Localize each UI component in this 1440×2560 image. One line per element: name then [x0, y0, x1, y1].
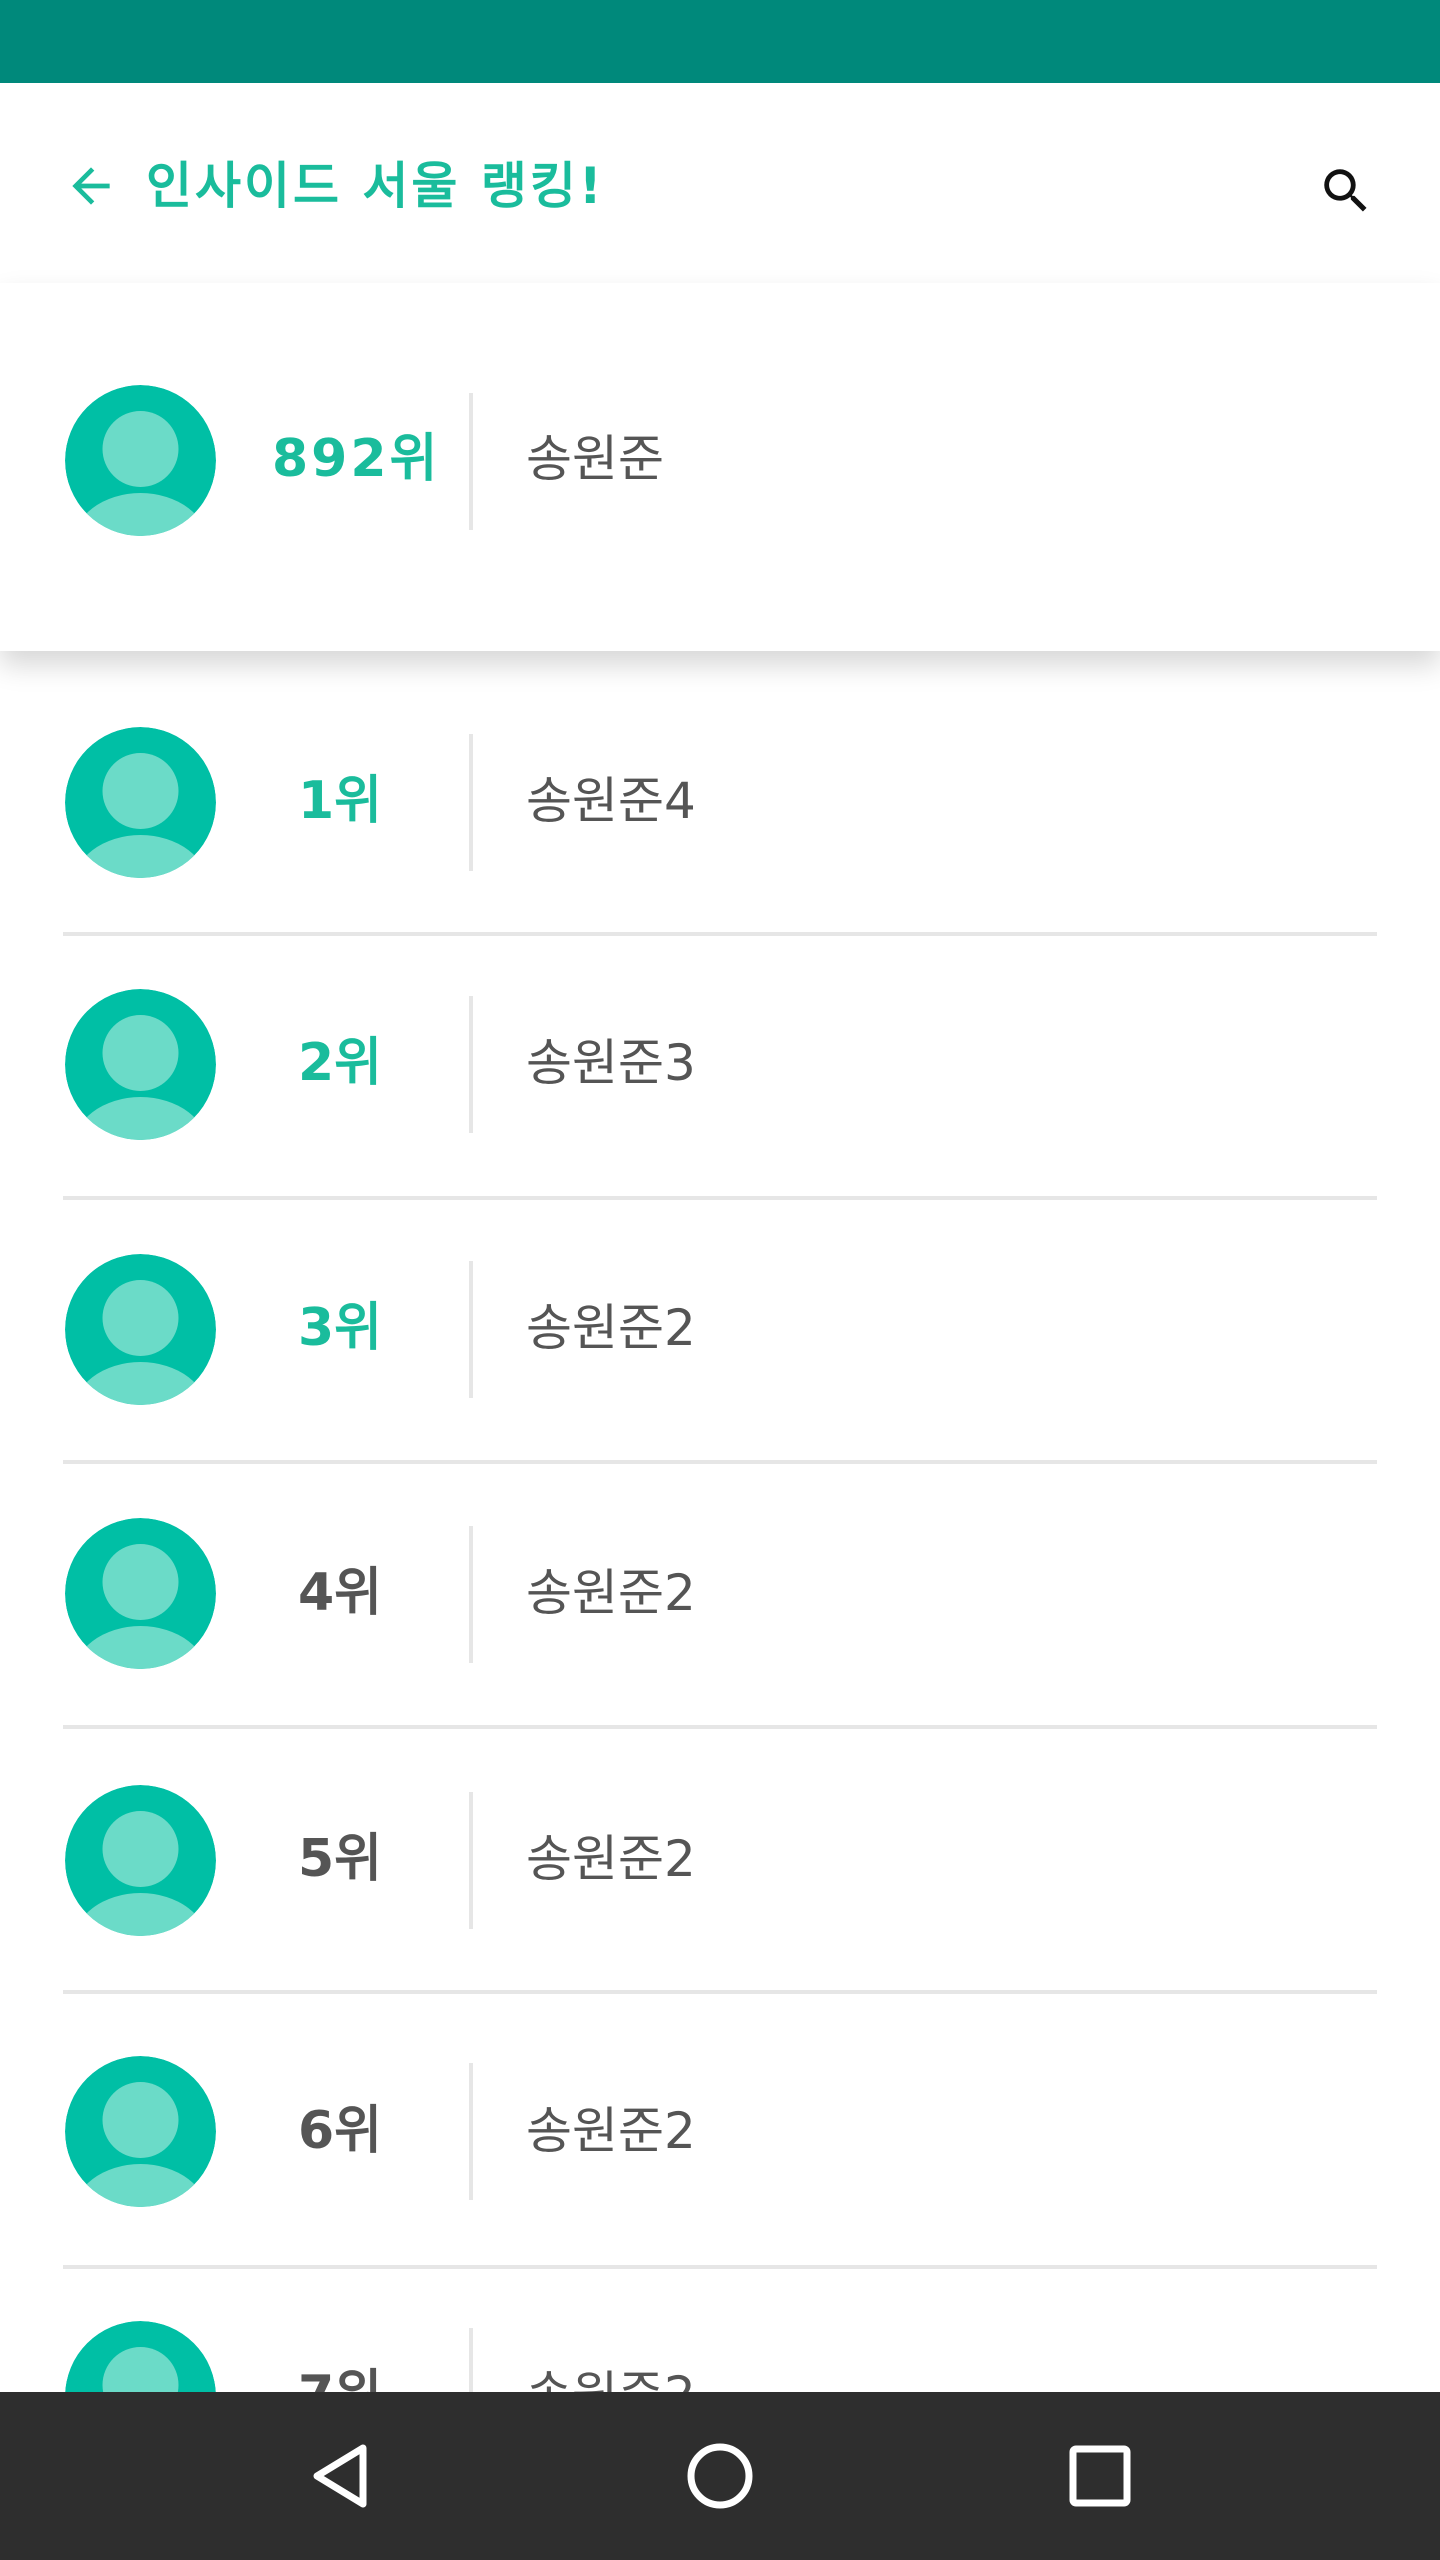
divider: [469, 393, 473, 530]
page-title: 인사이드 서울 랭킹!: [146, 157, 605, 215]
rank-number: 5위: [298, 1829, 383, 1889]
user-name: 송원준3: [526, 1034, 696, 1092]
list-item[interactable]: 7위 송원준2: [0, 2269, 1440, 2392]
avatar: [65, 727, 216, 878]
user-name: 송원준2: [526, 2355, 696, 2392]
nav-back-button[interactable]: [285, 2421, 395, 2531]
user-name: 송원준2: [526, 1830, 696, 1888]
avatar: [65, 1518, 216, 1669]
navigation-bar: [0, 2392, 1440, 2560]
nav-back-icon: [313, 2444, 367, 2508]
nav-home-button[interactable]: [665, 2421, 775, 2531]
user-name: 송원준4: [526, 772, 696, 830]
divider: [469, 2063, 473, 2200]
rank-number: 4위: [298, 1563, 383, 1623]
nav-recents-icon: [1069, 2445, 1131, 2507]
row-divider: [63, 1990, 1377, 1994]
ranking-list: 1위 송원준4 2위 송원준3 3위 송원준2 4위 송원준2 5위 송원준2 …: [0, 651, 1440, 2392]
search-button[interactable]: [1310, 155, 1382, 227]
divider: [469, 996, 473, 1133]
avatar: [65, 1254, 216, 1405]
search-icon: [1324, 169, 1367, 212]
list-item[interactable]: 2위 송원준3: [0, 936, 1440, 1200]
nav-recents-button[interactable]: [1045, 2421, 1155, 2531]
status-bar: [0, 0, 1440, 83]
rank-number: 3위: [298, 1298, 383, 1358]
my-rank-number: 892위: [272, 429, 441, 489]
user-name: 송원준2: [526, 1299, 696, 1357]
user-name: 송원준2: [526, 2102, 696, 2160]
avatar: [65, 2056, 216, 2207]
app-bar: 인사이드 서울 랭킹!: [0, 83, 1440, 283]
list-item[interactable]: 5위 송원준2: [0, 1729, 1440, 1995]
list-item[interactable]: 6위 송원준2: [0, 1995, 1440, 2269]
avatar: [65, 385, 216, 536]
divider: [469, 734, 473, 871]
rank-number: 6위: [298, 2101, 383, 2161]
user-name: 송원준2: [526, 1564, 696, 1622]
rank-number: 1위: [298, 771, 383, 831]
divider: [469, 1261, 473, 1398]
back-button[interactable]: [56, 151, 126, 221]
avatar: [65, 2321, 216, 2392]
rank-number: 2위: [298, 1033, 383, 1093]
avatar: [65, 989, 216, 1140]
list-item[interactable]: 4위 송원준2: [0, 1464, 1440, 1729]
divider: [469, 2328, 473, 2392]
list-item[interactable]: 1위 송원준4: [0, 651, 1440, 936]
divider: [469, 1792, 473, 1929]
my-rank-name: 송원준: [526, 430, 664, 488]
divider: [469, 1526, 473, 1663]
nav-home-icon: [687, 2443, 753, 2509]
my-rank-card: 892위 송원준: [0, 283, 1440, 651]
list-item[interactable]: 3위 송원준2: [0, 1200, 1440, 1464]
arrow-back-icon: [72, 167, 110, 205]
rank-number: 7위: [298, 2355, 382, 2392]
avatar: [65, 1785, 216, 1936]
